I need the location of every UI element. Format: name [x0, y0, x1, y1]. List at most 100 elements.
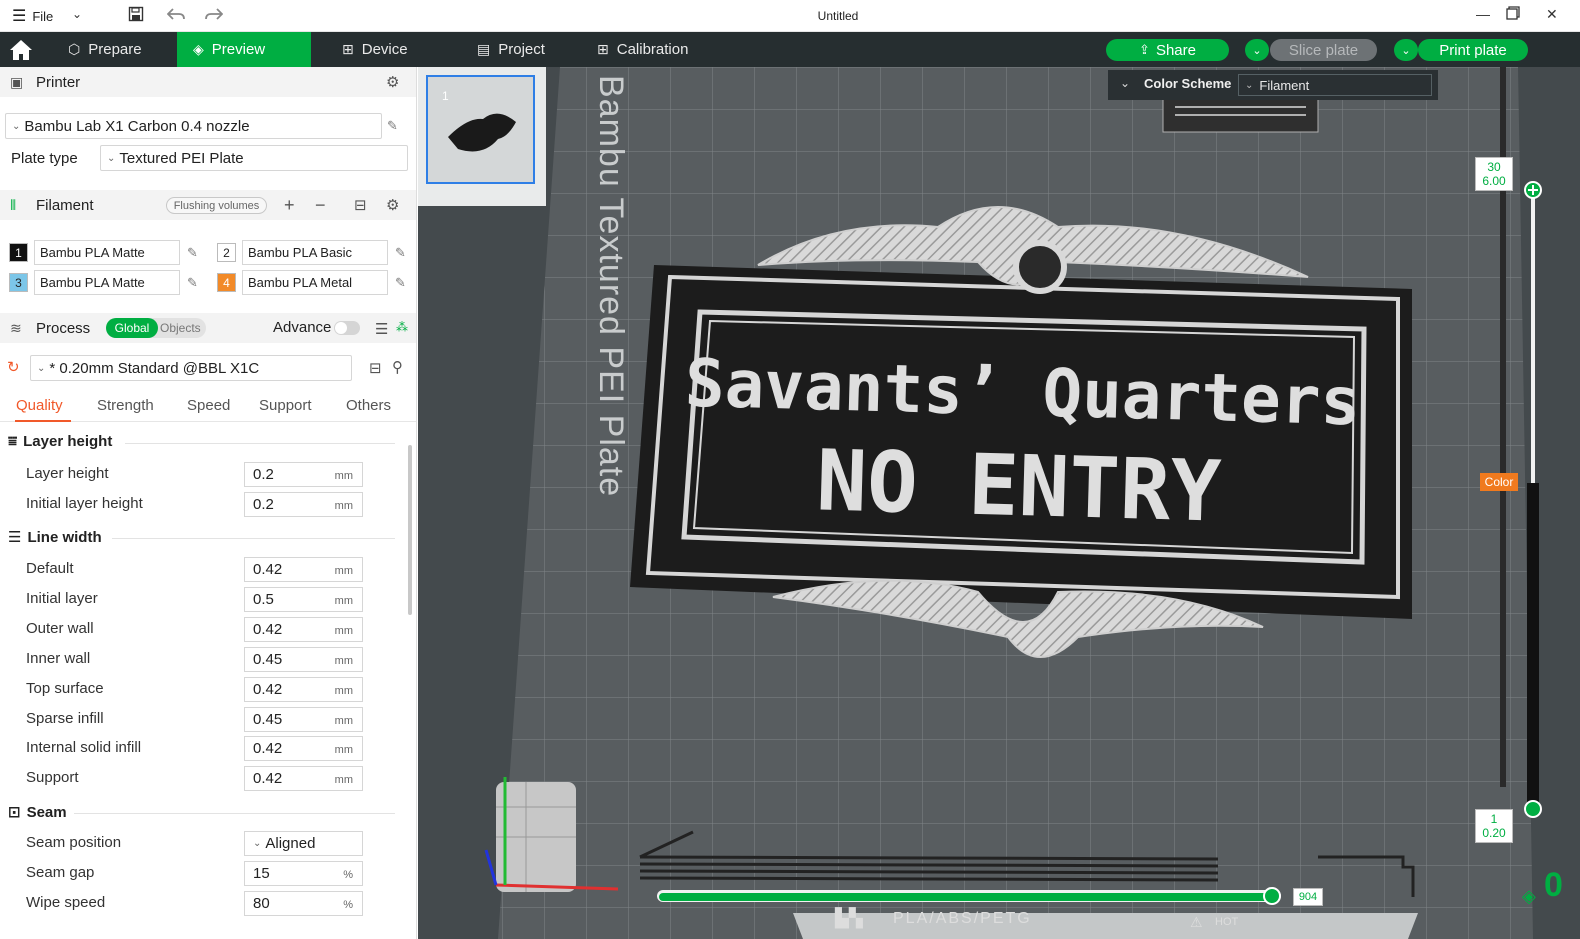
settings-scrollbar[interactable] [408, 445, 412, 615]
3d-viewport[interactable]: Bambu Textured PEI Plate Savants’ Quarte… [418, 67, 1580, 939]
maximize-icon[interactable] [1506, 6, 1520, 23]
advance-switch[interactable] [334, 321, 360, 335]
tab-project[interactable]: ▤ Project [461, 32, 561, 67]
tab-quality[interactable]: Quality [16, 397, 63, 414]
line-width-default-input[interactable]: 0.42 mm [244, 557, 363, 582]
filament-color-badge[interactable]: 2 [217, 243, 236, 262]
tab-strength[interactable]: Strength [97, 397, 154, 414]
print-options-dropdown[interactable]: ⌄ [1394, 39, 1418, 61]
filament-select[interactable]: Bambu PLA Matte [34, 270, 180, 295]
slice-options-dropdown[interactable]: ⌄ [1245, 39, 1269, 61]
ornament-medallion [1013, 240, 1067, 294]
line-width-support-input[interactable]: 0.42 mm [244, 766, 363, 791]
save-preset-icon[interactable]: ⊟ [369, 359, 382, 377]
file-menu[interactable]: ☰ File [12, 6, 53, 26]
top-layer-knob[interactable] [1524, 181, 1542, 199]
edit-icon[interactable]: ✎ [187, 275, 198, 291]
search-icon[interactable]: ⚲ [392, 358, 403, 376]
setting-label: Initial layer height [26, 495, 143, 512]
plate-type-label: Plate type [11, 150, 78, 167]
group-layer-height: ⩸ Layer height [8, 433, 112, 450]
tab-prepare[interactable]: ⬡ Prepare [52, 32, 158, 67]
seam-position-select[interactable]: ⌄ Aligned [244, 831, 363, 856]
line-width-initial-layer-input[interactable]: 0.5 mm [244, 587, 363, 612]
move-slider-knob[interactable] [1263, 887, 1281, 905]
chevron-down-icon[interactable]: ⌄ [72, 7, 82, 21]
objects-option[interactable]: Objects [160, 321, 201, 335]
remove-icon[interactable]: − [315, 195, 326, 216]
gear-icon[interactable]: ⚙ [386, 73, 399, 91]
color-scheme-select[interactable]: ⌄ Filament [1238, 74, 1432, 96]
seam-gap-input[interactable]: 15% [244, 861, 363, 886]
global-objects-toggle[interactable]: Global Objects [106, 318, 206, 338]
tab-support[interactable]: Support [259, 397, 312, 414]
collapse-icon[interactable]: ⌄ [1120, 76, 1130, 90]
layer-height-input[interactable]: 0.2 mm [244, 462, 363, 487]
tab-preview[interactable]: ◈ Preview [177, 32, 311, 67]
unit-label: mm [334, 744, 353, 756]
tab-others[interactable]: Others [346, 397, 391, 414]
line-width-outer-wall-input[interactable]: 0.42 mm [244, 617, 363, 642]
plate-thumbnail-strip: 1 [418, 67, 546, 206]
printer-select[interactable]: ⌄ Bambu Lab X1 Carbon 0.4 nozzle [5, 113, 382, 139]
reset-icon[interactable]: ↻ [7, 358, 20, 376]
edit-icon[interactable]: ✎ [395, 245, 406, 261]
layers-stack-icon[interactable]: ◈ [1522, 886, 1536, 907]
undo-icon[interactable] [166, 6, 185, 27]
file-menu-label: File [32, 8, 54, 24]
unit-label: mm [334, 655, 353, 667]
list-icon[interactable]: ☰ [375, 320, 388, 338]
unit-label: mm [334, 715, 353, 727]
sync-icon[interactable]: ⊟ [354, 196, 367, 214]
layers-icon: ◈ [193, 41, 204, 57]
plate-thumbnail[interactable]: 1 [426, 75, 535, 184]
filament-select[interactable]: Bambu PLA Basic [242, 240, 388, 265]
global-option[interactable]: Global [106, 318, 158, 338]
save-icon[interactable] [128, 6, 144, 27]
warning-icon: ⚠ [1190, 914, 1203, 930]
z-axis [484, 849, 498, 886]
filament-select[interactable]: Bambu PLA Metal [242, 270, 388, 295]
redo-icon[interactable] [205, 6, 224, 27]
group-title: Line width [27, 528, 102, 546]
process-preset-select[interactable]: ⌄ * 0.20mm Standard @BBL X1C [30, 355, 352, 381]
minimize-icon[interactable]: — [1476, 6, 1490, 22]
color-tag[interactable]: Color [1480, 473, 1518, 491]
share-button[interactable]: ⇪ Share [1106, 39, 1229, 61]
bottom-layer-knob[interactable] [1524, 800, 1542, 818]
window-title: Untitled [817, 9, 859, 23]
filament-color-badge[interactable]: 4 [217, 273, 236, 292]
edit-icon[interactable]: ✎ [387, 118, 398, 134]
home-icon[interactable] [8, 38, 34, 62]
setting-value: 0.42 [253, 621, 283, 638]
top-layer-height: 6.00 [1482, 174, 1506, 188]
compare-icon[interactable]: ⁂ [396, 320, 408, 334]
unit-label: mm [334, 685, 353, 697]
chevron-down-icon: ⌄ [1401, 44, 1411, 57]
close-icon[interactable]: ✕ [1546, 6, 1558, 23]
flushing-volumes-button[interactable]: Flushing volumes [166, 197, 267, 214]
edit-icon[interactable]: ✎ [187, 245, 198, 261]
line-width-top-surface-input[interactable]: 0.42 mm [244, 677, 363, 702]
line-width-internal-solid-infill-input[interactable]: 0.42 mm [244, 736, 363, 761]
process-preset-value: * 0.20mm Standard @BBL X1C [49, 359, 260, 377]
line-width-sparse-infill-input[interactable]: 0.45 mm [244, 707, 363, 732]
line-width-inner-wall-input[interactable]: 0.45 mm [244, 647, 363, 672]
plate-type-select[interactable]: ⌄ Textured PEI Plate [100, 145, 408, 171]
tab-calibration-label: Calibration [616, 41, 689, 58]
add-icon[interactable]: + [284, 195, 295, 216]
filament-select[interactable]: Bambu PLA Matte [34, 240, 180, 265]
filament-color-badge[interactable]: 1 [9, 243, 28, 262]
filament-color-badge[interactable]: 3 [9, 273, 28, 292]
edit-icon[interactable]: ✎ [395, 275, 406, 291]
wipe-speed-input[interactable]: 80% [244, 891, 363, 916]
tab-calibration[interactable]: ⊞ Calibration [581, 32, 704, 67]
slice-plate-button[interactable]: Slice plate [1270, 39, 1377, 61]
gear-icon[interactable]: ⚙ [386, 196, 399, 214]
tab-device[interactable]: ⊞ Device [326, 32, 424, 67]
initial-layer-height-input[interactable]: 0.2 mm [244, 492, 363, 517]
setting-label: Sparse infill [26, 710, 104, 727]
tab-speed[interactable]: Speed [187, 397, 230, 414]
print-plate-button[interactable]: Print plate [1418, 39, 1528, 61]
layer-height-icon: ⩸ [8, 433, 18, 450]
